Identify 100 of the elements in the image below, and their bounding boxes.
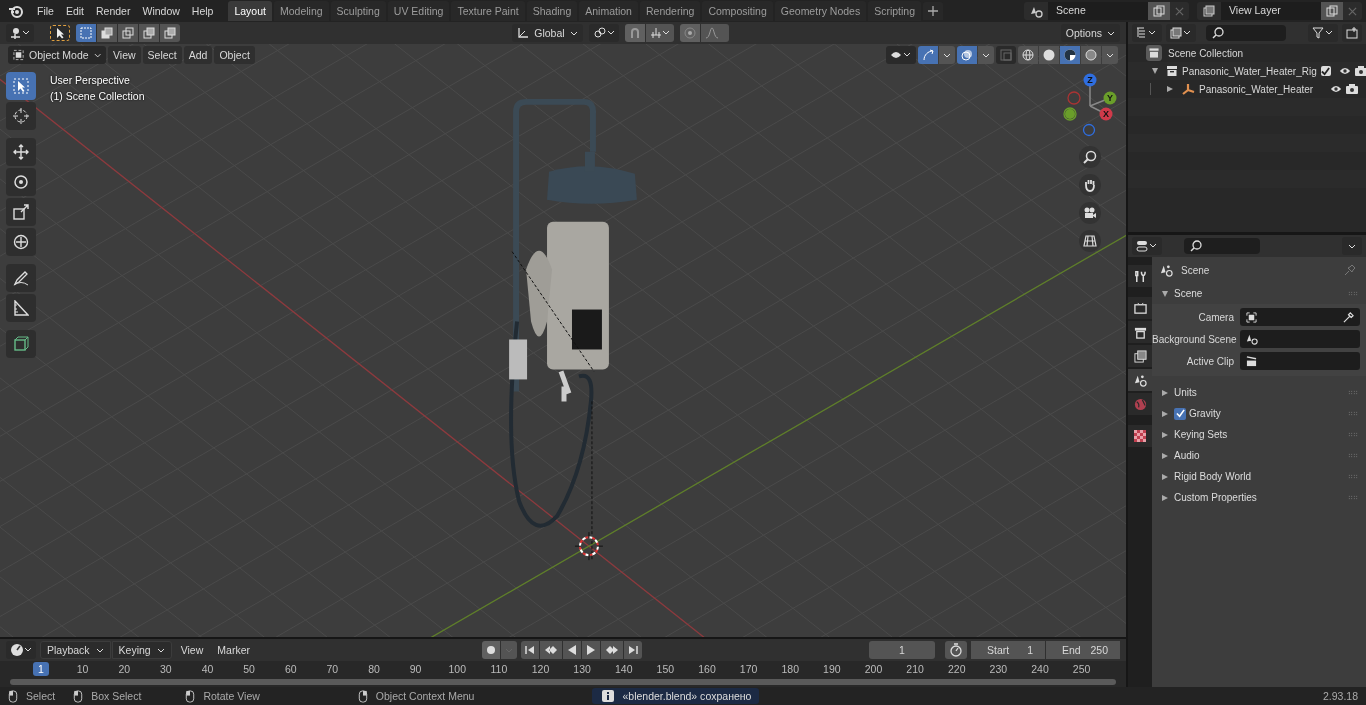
workspace-tab[interactable]: Modeling	[273, 1, 329, 21]
properties-tab[interactable]	[1128, 321, 1152, 343]
eye-icon[interactable]	[1338, 66, 1351, 76]
prev-keyframe-button[interactable]	[540, 641, 562, 659]
selection-mode-button[interactable]	[97, 24, 117, 42]
menu-item[interactable]: Window	[137, 2, 185, 20]
disclosure-triangle-icon[interactable]	[1162, 431, 1168, 438]
active-tool-button[interactable]	[50, 25, 70, 41]
disclosure-triangle-icon[interactable]	[1162, 410, 1168, 417]
properties-tab[interactable]	[1128, 369, 1152, 391]
timeline-dropdown[interactable]: Keying	[111, 641, 172, 659]
workspace-tab[interactable]: Geometry Nodes	[774, 1, 867, 21]
panel-header[interactable]: Rigid Body World	[1174, 471, 1252, 482]
record-button[interactable]	[482, 641, 500, 659]
new-view-layer-button[interactable]	[1321, 2, 1343, 20]
disclosure-triangle-icon[interactable]	[1162, 389, 1168, 396]
properties-editor-button[interactable]	[1132, 237, 1162, 255]
tool-button[interactable]	[6, 72, 36, 100]
drag-grip-icon[interactable]	[1348, 432, 1358, 437]
drag-grip-icon[interactable]	[1348, 453, 1358, 458]
eyedropper-icon[interactable]	[1343, 311, 1354, 323]
xray-toggle-button[interactable]	[996, 46, 1016, 64]
workspace-tab[interactable]: Rendering	[639, 1, 701, 21]
mode-dropdown[interactable]: Object Mode	[8, 46, 106, 64]
play-reverse-button[interactable]	[563, 641, 581, 659]
visibility-button[interactable]	[886, 46, 916, 64]
tool-button[interactable]	[6, 102, 36, 130]
tool-button[interactable]	[6, 294, 36, 322]
gizmo-toggle-button[interactable]	[918, 46, 938, 64]
blender-logo-icon[interactable]	[8, 3, 24, 19]
outliner-item[interactable]: Panasonic_Water_Heater	[1199, 83, 1326, 95]
end-frame-field[interactable]: End 250	[1046, 641, 1120, 659]
workspace-tab[interactable]: UV Editing	[387, 1, 450, 21]
scene-name-field[interactable]: Scene	[1048, 2, 1148, 20]
falloff-button[interactable]	[700, 24, 729, 42]
workspace-tab[interactable]: Compositing	[702, 1, 773, 21]
outliner-editor-button[interactable]	[1132, 24, 1162, 42]
panel-header[interactable]: Gravity	[1189, 408, 1221, 419]
viewport-menu[interactable]: Object	[214, 46, 255, 64]
overlays-toggle-button[interactable]	[957, 46, 977, 64]
filter-button[interactable]	[1308, 24, 1338, 42]
disclosure-triangle-icon[interactable]	[1162, 494, 1168, 501]
properties-tab[interactable]	[1128, 297, 1152, 319]
panel-header[interactable]: Keying Sets	[1174, 429, 1228, 440]
panel-header[interactable]: Units	[1174, 387, 1197, 398]
new-scene-button[interactable]	[1148, 2, 1170, 20]
selection-mode-button[interactable]	[160, 24, 180, 42]
panel-header[interactable]: Custom Properties	[1174, 492, 1257, 503]
snap-target-button[interactable]	[645, 24, 674, 42]
datablock-field[interactable]	[1240, 330, 1360, 348]
new-collection-button[interactable]	[1342, 24, 1362, 42]
shading-mode-button[interactable]	[1039, 46, 1059, 64]
disclosure-triangle-icon[interactable]	[1152, 68, 1158, 74]
transform-orientation-dropdown[interactable]: Global	[512, 24, 583, 42]
datablock-field[interactable]	[1240, 352, 1360, 370]
gravity-checkbox[interactable]	[1174, 407, 1186, 420]
selection-mode-button[interactable]	[139, 24, 159, 42]
playhead-frame-marker[interactable]: 1	[33, 662, 49, 676]
drag-grip-icon[interactable]	[1348, 411, 1358, 416]
disclosure-triangle-icon[interactable]	[1162, 473, 1168, 480]
workspace-tab[interactable]: Sculpting	[330, 1, 386, 21]
workspace-tab[interactable]: Animation	[579, 1, 638, 21]
timeline-editor-button[interactable]	[6, 641, 36, 659]
workspace-tab[interactable]: Scripting	[868, 1, 921, 21]
selection-mode-button[interactable]	[118, 24, 138, 42]
tool-button[interactable]	[6, 168, 36, 196]
snap-toggle-button[interactable]	[624, 24, 645, 42]
shading-mode-button[interactable]	[1060, 46, 1080, 64]
viewport-menu[interactable]: Select	[142, 46, 182, 64]
workspace-tab[interactable]: Layout	[228, 1, 272, 21]
options-dropdown[interactable]: Options	[1060, 24, 1120, 42]
exclude-checkbox[interactable]	[1320, 66, 1331, 76]
preview-range-button[interactable]	[945, 641, 967, 659]
perspective-toggle-button[interactable]	[1079, 230, 1101, 252]
pin-icon[interactable]	[1344, 264, 1356, 276]
pivot-point-button[interactable]	[588, 24, 619, 42]
properties-tab[interactable]	[1128, 265, 1152, 287]
zoom-button[interactable]	[1079, 146, 1101, 168]
outliner-item[interactable]: Scene Collection	[1168, 47, 1244, 59]
timeline-menu[interactable]: Marker	[212, 641, 255, 659]
next-keyframe-button[interactable]	[601, 641, 623, 659]
tool-button[interactable]	[6, 138, 36, 166]
menu-item[interactable]: Help	[186, 2, 219, 20]
eye-icon[interactable]	[1330, 84, 1342, 94]
add-workspace-button[interactable]	[923, 2, 943, 20]
workspace-tab[interactable]: Texture Paint	[451, 1, 525, 21]
camera-view-button[interactable]	[1079, 202, 1101, 224]
drag-grip-icon[interactable]	[1348, 291, 1358, 296]
play-button[interactable]	[582, 641, 600, 659]
display-mode-button[interactable]	[1166, 24, 1196, 42]
editor-type-button[interactable]	[6, 24, 34, 42]
timeline-menu[interactable]: View	[175, 641, 209, 659]
jump-start-button[interactable]	[521, 641, 539, 659]
menu-item[interactable]: Render	[91, 2, 136, 20]
menu-item[interactable]: Edit	[60, 2, 89, 20]
datablock-field[interactable]	[1240, 308, 1360, 326]
jump-end-button[interactable]	[624, 641, 642, 659]
disclosure-triangle-icon[interactable]	[1162, 290, 1168, 297]
outliner-item[interactable]: Panasonic_Water_Heater_Rig	[1182, 65, 1317, 77]
search-field[interactable]	[1206, 25, 1286, 41]
